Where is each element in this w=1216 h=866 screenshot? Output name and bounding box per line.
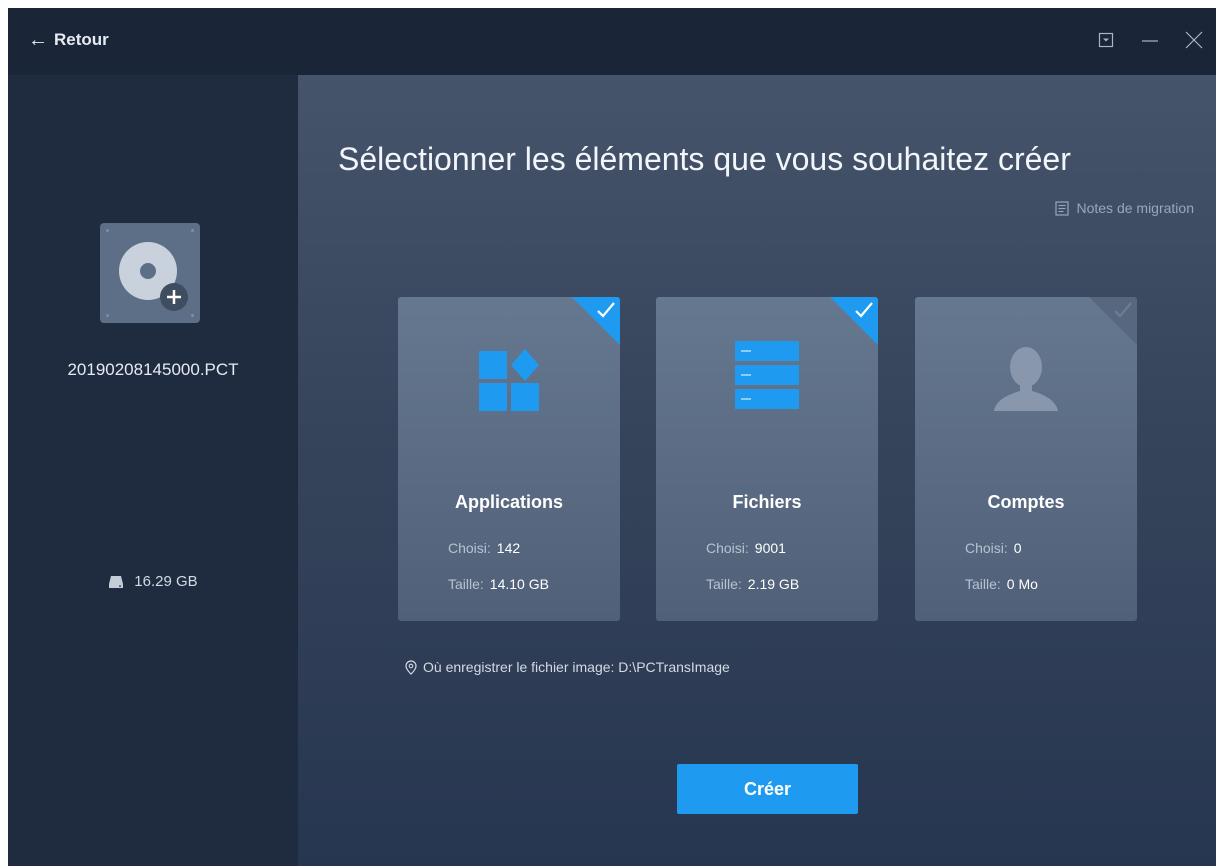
menu-icon <box>1098 32 1114 48</box>
window-controls <box>1084 26 1216 54</box>
image-size: 16.29 GB <box>8 573 298 590</box>
close-icon <box>1185 31 1203 49</box>
minimize-icon <box>1142 40 1158 42</box>
checkbox-unchecked-icon[interactable] <box>1089 297 1137 345</box>
accounts-icon <box>994 347 1058 411</box>
applications-icon <box>479 349 539 411</box>
title-bar: ← Retour <box>8 8 1216 75</box>
card-accounts[interactable]: Comptes Choisi: 0 Taille: 0 Mo <box>915 297 1137 621</box>
save-location[interactable]: Où enregistrer le fichier image: D:\PCTr… <box>405 659 730 675</box>
disk-image-add-icon <box>119 242 188 311</box>
card-title: Fichiers <box>732 492 802 512</box>
image-size-value: 16.29 GB <box>134 573 198 590</box>
card-title: Applications <box>454 492 563 512</box>
disk-image-tile <box>100 223 200 323</box>
back-label: Retour <box>54 30 109 49</box>
size-total: Taille: 0 Mo <box>965 576 1038 592</box>
checkbox-checked-icon[interactable] <box>572 297 620 345</box>
sidebar: 20190208145000.PCT 16.29 GB <box>8 75 298 866</box>
main-panel: Sélectionner les éléments que vous souha… <box>298 75 1216 866</box>
chosen-count: Choisi: 9001 <box>706 540 786 556</box>
notes-icon <box>1055 200 1070 216</box>
create-button[interactable]: Créer <box>677 764 858 814</box>
app-window: ← Retour 20190208145000.PCT 16.29 GB Sél… <box>8 8 1216 866</box>
image-filename: 20190208145000.PCT <box>67 360 239 379</box>
card-files[interactable]: Fichiers Choisi: 9001 Taille: 2.19 GB <box>656 297 878 621</box>
minimize-button[interactable] <box>1128 26 1172 54</box>
files-icon <box>735 341 799 409</box>
size-total: Taille: 2.19 GB <box>706 576 800 592</box>
menu-button[interactable] <box>1084 26 1128 54</box>
close-button[interactable] <box>1172 26 1216 54</box>
chosen-count: Choisi: 0 <box>965 540 1022 556</box>
migration-notes-label: Notes de migration <box>1076 200 1194 216</box>
page-title: Sélectionner les éléments que vous souha… <box>338 141 1071 177</box>
location-pin-icon <box>405 659 417 675</box>
size-total: Taille: 14.10 GB <box>448 576 549 592</box>
migration-notes-link[interactable]: Notes de migration <box>1055 200 1194 216</box>
chosen-count: Choisi: 142 <box>448 540 521 556</box>
drive-icon <box>109 575 124 588</box>
checkbox-checked-icon[interactable] <box>830 297 878 345</box>
save-location-text: Où enregistrer le fichier image: D:\PCTr… <box>423 659 730 675</box>
back-button[interactable]: ← Retour <box>28 28 109 52</box>
card-applications[interactable]: Applications Choisi: 142 Taille: 14.10 GB <box>398 297 620 621</box>
card-title: Comptes <box>987 492 1065 512</box>
back-arrow-icon: ← <box>28 29 48 51</box>
